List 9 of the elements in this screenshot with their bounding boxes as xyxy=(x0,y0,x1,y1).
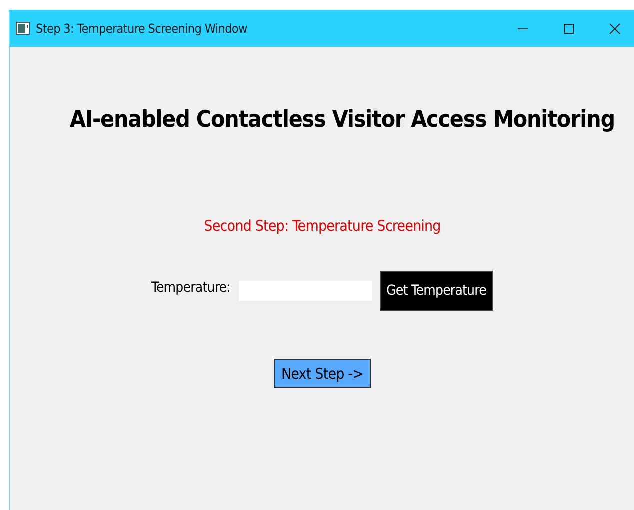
window-title: Step 3: Temperature Screening Window xyxy=(36,21,248,36)
window-icon xyxy=(16,22,30,35)
step-subtitle: Second Step: Temperature Screening xyxy=(204,217,441,235)
temperature-label: Temperature: xyxy=(152,280,230,296)
heading: AI-enabled Contactless Visitor Access Monitoring xyxy=(70,107,615,133)
close-icon[interactable] xyxy=(609,22,621,34)
next-step-button[interactable]: Next Step -> xyxy=(274,359,371,388)
get-temperature-button[interactable]: Get Temperature xyxy=(380,271,494,311)
maximize-icon[interactable] xyxy=(563,22,575,34)
